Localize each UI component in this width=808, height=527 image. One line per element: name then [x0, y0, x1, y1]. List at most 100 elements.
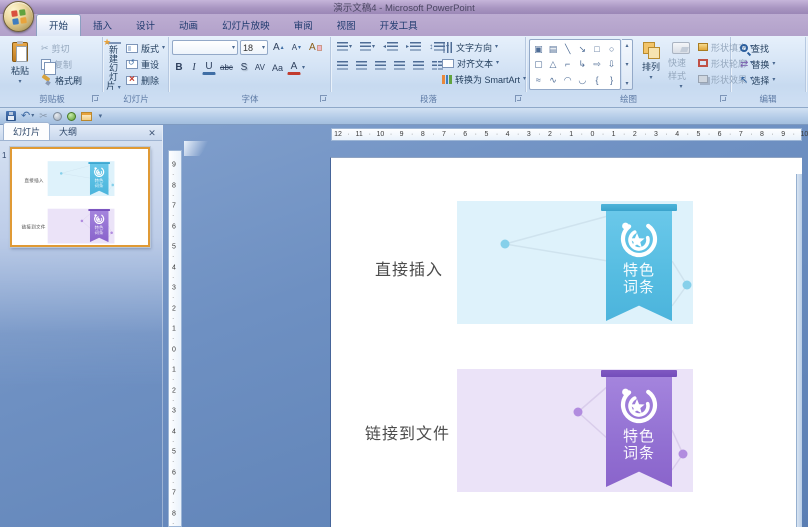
bold-button[interactable]: B [172, 60, 186, 75]
save-button[interactable] [6, 111, 16, 121]
layout-button[interactable]: 版式 ▾ [123, 40, 168, 56]
shapes-more-icon[interactable]: ▾ [625, 80, 628, 87]
underline-button[interactable]: U [202, 60, 216, 75]
tab-insert[interactable]: 插入 [81, 15, 124, 36]
shapes-scroll-down-icon[interactable]: ▾ [625, 61, 628, 68]
distribute-button[interactable] [410, 58, 427, 73]
shape-line-icon[interactable]: ╲ [565, 44, 570, 54]
format-painter-button[interactable]: 格式刷 [38, 72, 85, 88]
font-dialog-launcher[interactable] [320, 95, 327, 102]
cut-button[interactable]: ✂ 剪切 [38, 40, 85, 56]
clear-formatting-button[interactable]: A [306, 40, 325, 55]
replace-button[interactable]: ⇄ 替换 ▾ [737, 56, 805, 72]
text-shadow-button[interactable]: S [237, 60, 251, 75]
increase-indent-button[interactable]: ▸ [403, 39, 424, 54]
qat-customize-button[interactable]: ▾ [99, 113, 103, 120]
text-direction-button[interactable]: 文字方向 ▾ [439, 39, 529, 55]
arrange-button[interactable]: 排列 ▾ [637, 37, 665, 91]
justify-button[interactable] [391, 58, 408, 73]
vertical-scrollbar[interactable] [796, 174, 802, 527]
paragraph-dialog-launcher[interactable] [515, 95, 522, 102]
numbering-button[interactable]: ▾ [357, 39, 378, 54]
delete-button[interactable]: 删除 [123, 72, 168, 88]
copy-button[interactable]: 复制 [38, 56, 85, 75]
shrink-font-button[interactable]: A ▾ [289, 40, 304, 55]
panel-close-button[interactable]: ✕ [146, 127, 158, 139]
section-label-direct-insert[interactable]: 直接插入 [24, 177, 43, 184]
shape-gallery-scroll[interactable]: ▴ ▾ ▾ [622, 39, 633, 90]
banner-graphic-cyan[interactable]: 特色 词条 [601, 204, 677, 321]
panel-tab-outline[interactable]: 大纲 [50, 123, 86, 140]
character-spacing-button[interactable]: AV [252, 60, 268, 75]
tab-home[interactable]: 开始 [36, 14, 82, 36]
qat-grayed-button[interactable]: ✂ [39, 111, 47, 122]
banner-graphic-purple[interactable]: 特色 词条 [88, 208, 110, 243]
drawing-dialog-launcher[interactable] [720, 95, 727, 102]
new-slide-button[interactable]: 新建 幻灯片 ▾ [103, 37, 123, 91]
shape-curve-icon[interactable]: ◡ [578, 75, 586, 85]
italic-button[interactable]: I [187, 60, 201, 75]
section-label-link-to-file[interactable]: 链接到文件 [365, 420, 450, 444]
change-case-button[interactable]: Aa [269, 60, 286, 75]
decrease-indent-button[interactable]: ◂ [380, 39, 401, 54]
clipboard-dialog-launcher[interactable] [92, 95, 99, 102]
paste-button[interactable]: 粘贴 ▾ [2, 37, 38, 91]
tab-review[interactable]: 审阅 [282, 15, 325, 36]
shape-rounded-rectangle-icon[interactable]: ▢ [534, 59, 543, 69]
shape-picture-frame-icon[interactable]: ▤ [549, 44, 558, 54]
shape-action-button-icon[interactable]: ▣ [534, 44, 543, 54]
shape-arc-icon[interactable]: ◠ [564, 75, 572, 85]
find-button[interactable]: 查找 [737, 40, 805, 56]
bullets-button[interactable]: ▾ [334, 39, 355, 54]
quick-styles-button[interactable]: 快速样式 ▾ [667, 37, 695, 91]
strikethrough-button[interactable]: abc [217, 60, 236, 75]
align-center-button[interactable] [353, 58, 370, 73]
select-button[interactable]: ↖ 选择 ▾ [737, 72, 805, 88]
banner-graphic-cyan[interactable]: 特色 词条 [88, 162, 110, 196]
qat-gray-orb-button[interactable] [52, 111, 62, 121]
office-button[interactable] [3, 1, 34, 32]
undo-button[interactable]: ↶ ▾ [21, 111, 34, 122]
align-text-button[interactable]: 对齐文本 ▾ [439, 55, 529, 71]
shape-ellipse-icon[interactable]: ○ [609, 44, 614, 54]
font-size-combo[interactable]: 18 ▾ [240, 40, 268, 55]
cut-icon: ✂ [41, 42, 49, 53]
shape-elbow-arrow-icon[interactable]: ↳ [579, 59, 587, 69]
shape-block-arrow-down-icon[interactable]: ⇩ [608, 59, 616, 69]
section-label-direct-insert[interactable]: 直接插入 [375, 256, 443, 280]
font-name-combo[interactable]: ▾ [172, 40, 238, 55]
align-left-button[interactable] [334, 58, 351, 73]
grow-font-button[interactable]: A ▴ [270, 40, 287, 55]
tab-view[interactable]: 视图 [325, 15, 368, 36]
shape-scribble-icon[interactable]: ∿ [549, 75, 557, 85]
shape-right-brace-icon[interactable]: } [610, 75, 613, 85]
reset-button[interactable]: 重设 [123, 56, 168, 72]
font-color-dropdown-icon[interactable]: ▾ [302, 65, 305, 71]
tab-design[interactable]: 设计 [124, 15, 167, 36]
banner-graphic-purple[interactable]: 特色 词条 [601, 370, 677, 487]
shape-left-brace-icon[interactable]: { [595, 75, 598, 85]
slide-thumbnail[interactable]: 直接插入 链接到文件 特色 词条 特色 词条 [10, 147, 150, 247]
shape-block-arrow-right-icon[interactable]: ⇨ [593, 59, 601, 69]
shapes-scroll-up-icon[interactable]: ▴ [625, 42, 628, 49]
font-color-button[interactable]: A [287, 60, 301, 75]
shape-rectangle-icon[interactable]: □ [594, 44, 599, 54]
shape-effects-icon [698, 75, 708, 83]
section-label-link-to-file[interactable]: 链接到文件 [22, 223, 46, 230]
group-label-clipboard: 剪贴板 [39, 94, 65, 104]
shape-elbow-connector-icon[interactable]: ⌐ [565, 59, 570, 69]
tab-animation[interactable]: 动画 [167, 15, 210, 36]
convert-smartart-button[interactable]: 转换为 SmartArt ▾ [439, 71, 529, 87]
qat-window-button[interactable] [80, 111, 92, 121]
group-label-slides: 幻灯片 [123, 94, 149, 104]
align-right-button[interactable] [372, 58, 389, 73]
tab-slideshow[interactable]: 幻灯片放映 [210, 15, 282, 36]
panel-tab-slides[interactable]: 幻灯片 [3, 122, 51, 140]
shape-triangle-icon[interactable]: △ [550, 59, 557, 69]
tab-developer[interactable]: 开发工具 [368, 15, 430, 36]
slide-canvas[interactable]: 直接插入 链接到文件 特色 词条 特色 词条 [330, 157, 802, 527]
shape-freeform-icon[interactable]: ≈ [536, 75, 541, 85]
slide-thumbnail-number: 1 [2, 151, 7, 160]
qat-green-orb-button[interactable] [66, 111, 76, 121]
shape-arrow-line-icon[interactable]: ↘ [579, 44, 587, 54]
